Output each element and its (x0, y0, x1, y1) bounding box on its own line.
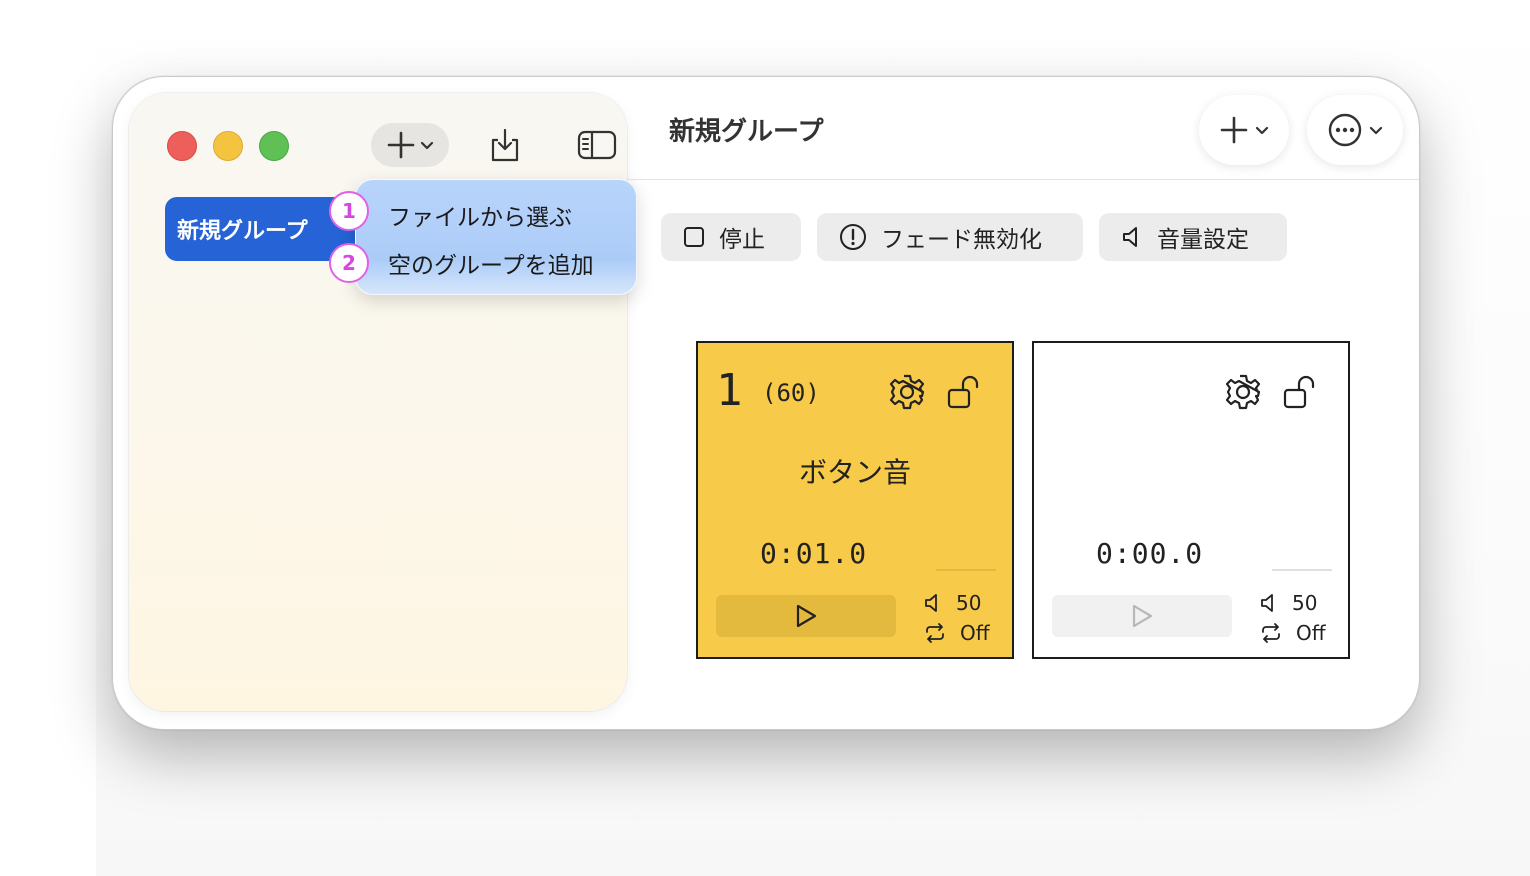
play-icon (1131, 604, 1153, 628)
loop-value: Off (960, 621, 990, 645)
play-icon (795, 604, 817, 628)
card-number: 1 (716, 365, 743, 416)
fade-disable-button[interactable]: フェード無効化 (817, 213, 1083, 261)
stop-square-icon (683, 226, 705, 248)
card-volume[interactable]: 50 (924, 591, 981, 615)
speaker-icon (1121, 225, 1143, 249)
unlock-icon[interactable] (1282, 373, 1320, 411)
card-elapsed-time: 0:01.0 (760, 537, 868, 570)
toolbar-divider (627, 179, 1419, 180)
volume-value: 50 (956, 591, 982, 615)
card-divider (1272, 569, 1332, 571)
group-label: 新規グループ (177, 219, 308, 244)
repeat-icon (924, 623, 946, 643)
maximize-window-button[interactable] (259, 131, 289, 161)
card-play-count: (60) (762, 379, 820, 407)
volume-settings-button[interactable]: 音量設定 (1099, 213, 1287, 261)
minimize-window-button[interactable] (213, 131, 243, 161)
close-window-button[interactable] (167, 131, 197, 161)
volume-label: 音量設定 (1157, 227, 1249, 253)
chevron-down-icon (420, 138, 434, 152)
sound-card[interactable]: 1 (60) ボタン音 0:01.0 50 Off (696, 341, 1014, 659)
stop-label: 停止 (719, 227, 765, 253)
chevron-down-icon (1369, 123, 1383, 137)
play-button[interactable] (716, 595, 896, 637)
unlock-icon[interactable] (946, 373, 984, 411)
sidebar-item-group[interactable]: 新規グループ (165, 197, 355, 261)
plus-icon (386, 130, 416, 160)
sidebar-add-button[interactable] (371, 123, 449, 167)
step-badge: 2 (329, 243, 369, 283)
menu-item-choose-file[interactable]: ファイルから選ぶ (388, 198, 572, 232)
menu-item-add-empty-group[interactable]: 空のグループを追加 (388, 246, 594, 280)
speaker-icon (924, 593, 942, 613)
gear-icon[interactable] (888, 373, 926, 411)
page-title: 新規グループ (669, 117, 824, 147)
more-button[interactable] (1307, 95, 1403, 165)
card-loop[interactable]: Off (924, 621, 990, 645)
card-elapsed-time: 0:00.0 (1096, 537, 1204, 570)
speaker-icon (1260, 593, 1278, 613)
sidebar-toggle-button[interactable] (577, 125, 617, 165)
add-button[interactable] (1199, 95, 1289, 165)
stop-button[interactable]: 停止 (661, 213, 801, 261)
gear-icon[interactable] (1224, 373, 1262, 411)
card-sound-name: ボタン音 (798, 456, 911, 489)
sound-card[interactable]: 0:00.0 50 Off (1032, 341, 1350, 659)
plus-icon (1219, 115, 1249, 145)
exclamation-circle-icon (839, 223, 867, 251)
fade-label: フェード無効化 (881, 227, 1042, 253)
card-loop[interactable]: Off (1260, 621, 1326, 645)
chevron-down-icon (1255, 123, 1269, 137)
loop-value: Off (1296, 621, 1326, 645)
app-window: 新規グループ ファイルから選ぶ 空のグループを追加 1 2 新規グループ 停止 (112, 76, 1420, 730)
step-badge: 1 (329, 191, 369, 231)
card-divider (936, 569, 996, 571)
download-tray-icon (488, 127, 522, 163)
repeat-icon (1260, 623, 1282, 643)
add-menu: ファイルから選ぶ 空のグループを追加 (355, 179, 637, 295)
play-button[interactable] (1052, 595, 1232, 637)
import-button[interactable] (485, 125, 525, 165)
sidebar-toggle-icon (577, 129, 617, 161)
ellipsis-circle-icon (1327, 112, 1363, 148)
volume-value: 50 (1292, 591, 1318, 615)
card-volume[interactable]: 50 (1260, 591, 1317, 615)
sidebar: 新規グループ ファイルから選ぶ 空のグループを追加 1 2 (129, 93, 637, 711)
